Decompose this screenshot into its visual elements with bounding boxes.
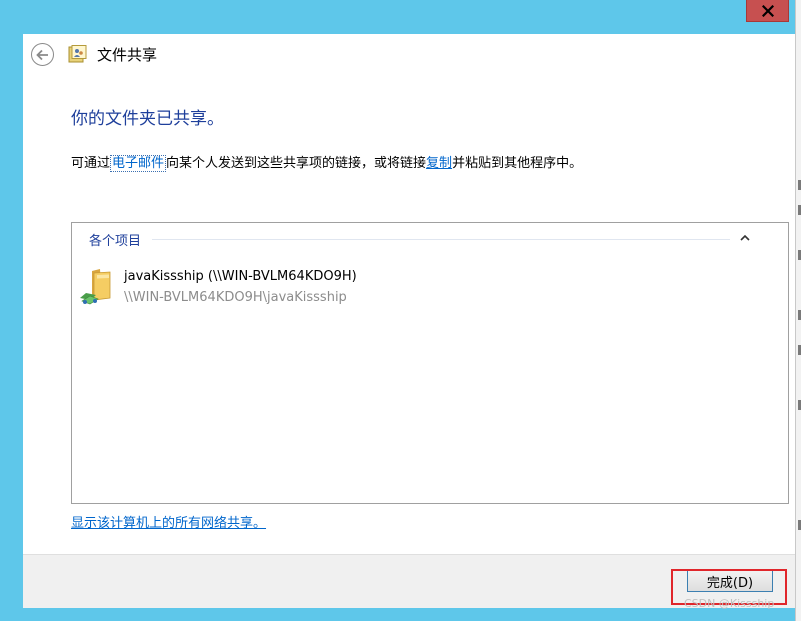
window-title: 文件共享 <box>97 46 158 64</box>
desc-text-3: 并粘贴到其他程序中。 <box>452 156 583 171</box>
watermark: CSDN @Kissship <box>684 597 775 610</box>
show-all-shares-link[interactable]: 显示该计算机上的所有网络共享。 <box>71 512 266 531</box>
desc-text-2: 向某个人发送到这些共享项的链接，或将链接 <box>166 156 427 171</box>
desc-text-1: 可通过 <box>71 156 111 171</box>
shared-folder-icon <box>80 269 111 305</box>
copy-link[interactable]: 复制 <box>426 156 452 171</box>
background-window-edge <box>795 0 801 621</box>
close-icon <box>761 4 774 17</box>
file-share-icon <box>68 45 87 63</box>
back-arrow-icon <box>36 49 48 60</box>
email-link[interactable]: 电子邮件 <box>110 155 167 172</box>
chevron-up-icon[interactable] <box>739 233 751 243</box>
item-path: \\WIN-BVLM64KDO9H\javaKissship <box>124 290 347 305</box>
group-divider <box>152 239 730 240</box>
navigation-bar: 文件共享 <box>23 34 795 74</box>
back-button[interactable] <box>31 43 54 66</box>
content-panel: 你的文件夹已共享。 可通过 电子邮件 向某个人发送到这些共享项的链接，或将链接复制并… <box>23 74 795 554</box>
group-header: 各个项目 <box>89 234 142 249</box>
page-heading: 你的文件夹已共享。 <box>71 109 224 129</box>
close-button[interactable] <box>746 0 789 22</box>
shared-items-list: 各个项目 javaKissship (\\WIN-BVLM64KDO9H) \\… <box>71 222 789 504</box>
item-name: javaKissship (\\WIN-BVLM64KDO9H) <box>124 269 357 284</box>
share-description: 可通过 电子邮件 向某个人发送到这些共享项的链接，或将链接复制并粘贴到其他程序中。 <box>71 152 583 172</box>
